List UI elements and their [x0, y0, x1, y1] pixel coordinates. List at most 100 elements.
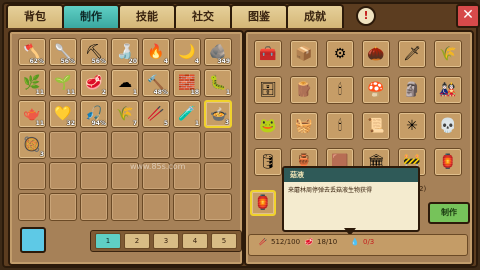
- empty-slot[interactable]: [80, 131, 108, 159]
- inventory-slot[interactable]: 🪓 62%: [18, 38, 46, 66]
- tab-5[interactable]: 成就: [286, 4, 344, 28]
- page-button[interactable]: 3: [153, 233, 179, 249]
- tab-0[interactable]: 背包: [6, 4, 64, 28]
- gear-cluster-icon: ⚙: [333, 46, 347, 62]
- inventory-slot[interactable]: 🔥 4: [142, 38, 170, 66]
- material-requirement: 🥩 18/10: [303, 238, 338, 246]
- cage-icon: 🧺: [295, 118, 313, 134]
- side-count: 2): [419, 185, 427, 193]
- inventory-slot[interactable]: 💛 32: [49, 100, 77, 128]
- recipe-slot[interactable]: ⚙: [326, 40, 354, 68]
- page-button[interactable]: 4: [182, 233, 208, 249]
- tab-2[interactable]: 技能: [118, 4, 176, 28]
- item-count: 56%: [91, 58, 106, 65]
- item-count: 11: [35, 89, 44, 96]
- empty-slot[interactable]: [49, 131, 77, 159]
- empty-slot[interactable]: [173, 193, 201, 221]
- empty-slot[interactable]: [204, 162, 232, 190]
- inventory-slot[interactable]: ☁ 1: [111, 69, 139, 97]
- page-button[interactable]: 5: [211, 233, 237, 249]
- recipe-slot[interactable]: 📜: [362, 112, 390, 140]
- recipe-slot[interactable]: 🗄: [254, 76, 282, 104]
- item-count: 3: [224, 119, 229, 126]
- page-button[interactable]: 2: [124, 233, 150, 249]
- layout-toggle-button[interactable]: [20, 227, 46, 253]
- inventory-slot[interactable]: 🫖 11: [18, 100, 46, 128]
- recipe-slot[interactable]: 💀: [434, 112, 462, 140]
- seeds-icon: 🌰: [367, 46, 385, 62]
- material-amount: 512/100: [271, 238, 301, 246]
- recipe-slot[interactable]: ✳: [398, 112, 426, 140]
- alert-icon[interactable]: !: [356, 6, 376, 26]
- candle-flame-icon: 🕯: [338, 118, 342, 134]
- recipe-slot[interactable]: 🐸: [254, 112, 282, 140]
- recipe-slot[interactable]: 🗿: [398, 76, 426, 104]
- inventory-slot[interactable]: 🐛 1: [204, 69, 232, 97]
- empty-slot[interactable]: [111, 131, 139, 159]
- recipe-slot[interactable]: 🍄: [362, 76, 390, 104]
- inventory-slot[interactable]: 🍶 20: [111, 38, 139, 66]
- recipe-slot[interactable]: 🌰: [362, 40, 390, 68]
- cabinet-icon: 🗄: [259, 82, 277, 98]
- empty-slot[interactable]: [173, 131, 201, 159]
- recipe-slot[interactable]: 🏮: [434, 148, 462, 176]
- recipe-slot[interactable]: 🗡: [398, 40, 426, 68]
- empty-slot[interactable]: [80, 193, 108, 221]
- inventory-slot[interactable]: 🥢 5: [142, 100, 170, 128]
- meat-icon: 🥩: [304, 238, 314, 246]
- empty-slot[interactable]: [142, 131, 170, 159]
- close-icon[interactable]: ✕: [456, 4, 480, 28]
- empty-slot[interactable]: [49, 162, 77, 190]
- empty-slot[interactable]: [18, 193, 46, 221]
- inventory-slot[interactable]: 🔨 48%: [142, 69, 170, 97]
- page-selector: 12345: [90, 230, 242, 252]
- item-count: 62%: [29, 58, 44, 65]
- inventory-slot[interactable]: 🥘 3: [18, 131, 46, 159]
- drop-icon: 💧: [350, 238, 360, 246]
- recipe-slot[interactable]: 🌾: [434, 40, 462, 68]
- recipe-slot[interactable]: 🕯: [326, 76, 354, 104]
- empty-slot[interactable]: [204, 131, 232, 159]
- item-count: 2: [101, 89, 106, 96]
- inventory-slot[interactable]: 🧱 18: [173, 69, 201, 97]
- item-count: 1: [132, 89, 137, 96]
- recipe-slot[interactable]: 🕯: [326, 112, 354, 140]
- item-count: 349: [217, 58, 230, 65]
- page-button[interactable]: 1: [95, 233, 121, 249]
- empty-slot[interactable]: [111, 193, 139, 221]
- selected-recipe-slot[interactable]: 🏮: [250, 190, 276, 216]
- inventory-slot[interactable]: 🪨 349: [204, 38, 232, 66]
- inventory-slot[interactable]: 🧪 1: [173, 100, 201, 128]
- recipe-slot[interactable]: 🧺: [290, 112, 318, 140]
- inventory-slot[interactable]: 🥩 2: [80, 69, 108, 97]
- inventory-slot[interactable]: 🌱 11: [49, 69, 77, 97]
- item-tooltip: 菇液 来蘑林周停弹去丢菇液生物获得: [282, 166, 420, 232]
- material-requirement: 💧 0/3: [349, 238, 375, 246]
- empty-slot[interactable]: [204, 193, 232, 221]
- tab-1[interactable]: 制作: [62, 4, 120, 28]
- empty-slot[interactable]: [49, 193, 77, 221]
- recipe-slot[interactable]: 🛢: [254, 148, 282, 176]
- inventory-slot[interactable]: 🌙 4: [173, 38, 201, 66]
- inventory-slot[interactable]: 🥄 56%: [49, 38, 77, 66]
- recipe-slot[interactable]: 📦: [290, 40, 318, 68]
- tooltip-title: 菇液: [284, 168, 418, 182]
- recipe-slot[interactable]: 🪵: [290, 76, 318, 104]
- inventory-slot[interactable]: ⛏ 56%: [80, 38, 108, 66]
- tab-3[interactable]: 社交: [174, 4, 232, 28]
- craft-button[interactable]: 制作: [428, 202, 470, 224]
- empty-slot[interactable]: [142, 193, 170, 221]
- empty-slot[interactable]: [18, 162, 46, 190]
- lantern-icon: 🏮: [439, 154, 457, 170]
- inventory-slot[interactable]: 🎣 94%: [80, 100, 108, 128]
- recipe-slot[interactable]: 🎎: [434, 76, 462, 104]
- tab-4[interactable]: 图鉴: [230, 4, 288, 28]
- empty-slot[interactable]: [80, 162, 108, 190]
- item-count: 32: [66, 120, 75, 127]
- lantern-icon: 🏮: [254, 195, 272, 211]
- inventory-slot[interactable]: 🌿 11: [18, 69, 46, 97]
- inventory-slot[interactable]: 🌾 7: [111, 100, 139, 128]
- item-count: 11: [66, 89, 75, 96]
- recipe-slot[interactable]: 🧰: [254, 40, 282, 68]
- inventory-slot[interactable]: 🍲 3: [204, 100, 232, 128]
